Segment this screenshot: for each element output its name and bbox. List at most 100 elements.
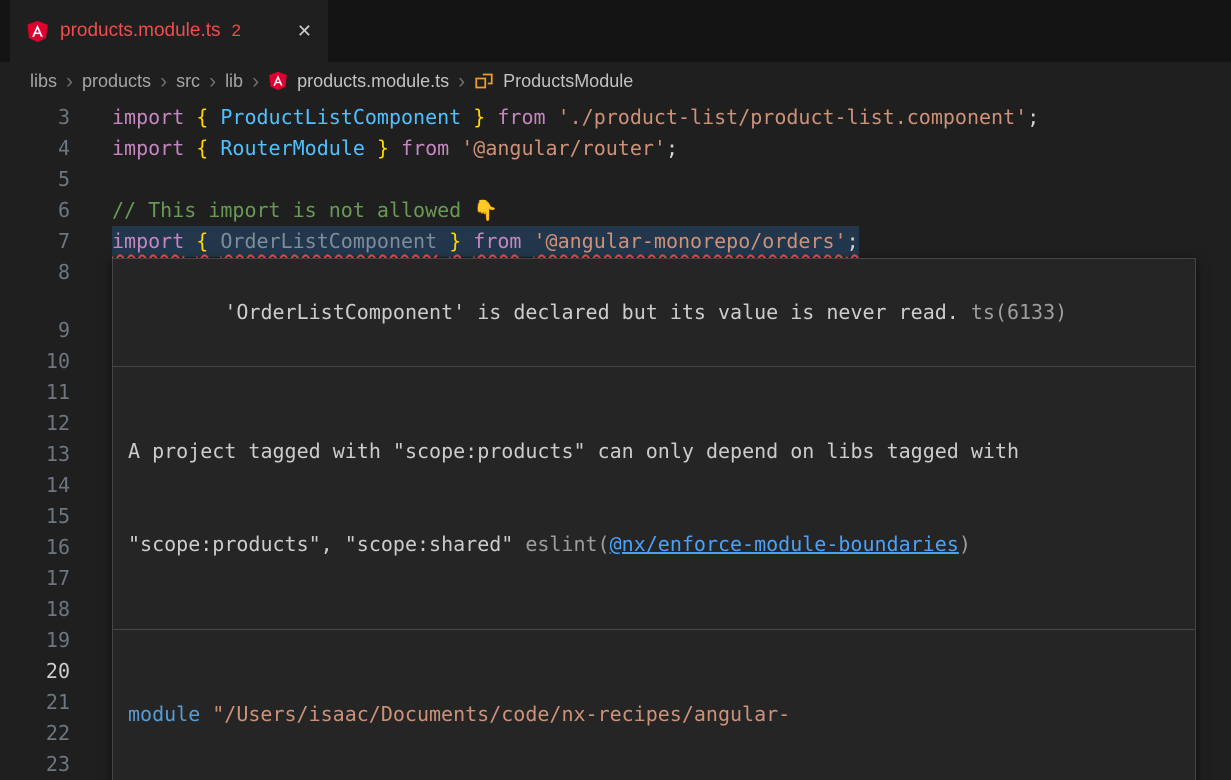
line-number[interactable]: 12 [0, 408, 70, 439]
code-line-6[interactable]: 6 // This import is not allowed 👇 [0, 195, 1231, 226]
breadcrumb: libs › products › src › lib › products.m… [0, 62, 1231, 100]
line-number[interactable]: 11 [0, 377, 70, 408]
line-number[interactable]: 22 [0, 718, 70, 749]
line-number[interactable]: 8 [0, 257, 70, 288]
line-number[interactable]: 23 [0, 749, 70, 780]
ts-diagnostic-message: 'OrderListComponent' is declared but its… [224, 300, 959, 324]
line-number[interactable]: 9 [0, 315, 70, 346]
angular-icon [268, 71, 288, 91]
line-number[interactable]: 19 [0, 625, 70, 656]
code-token [184, 229, 196, 253]
line-number[interactable]: 13 [0, 439, 70, 470]
code-token: 👇 [473, 198, 498, 222]
tab-label: products.module.ts [60, 20, 221, 42]
eslint-source-open: eslint( [525, 532, 609, 556]
code-token [208, 136, 220, 160]
code-line-7[interactable]: 7 import { OrderListComponent } from '@an… [0, 226, 1231, 257]
code-token: } [449, 229, 461, 253]
breadcrumb-separator-icon: › [458, 71, 465, 92]
hover-module-info: module "/Users/isaac/Documents/code/nx-re… [113, 630, 1195, 780]
code-token: from [401, 136, 449, 160]
tab-close-icon[interactable]: ✕ [297, 22, 312, 40]
code-token: '@angular-monorepo/orders' [534, 229, 847, 253]
code-token [546, 105, 558, 129]
code-text: // This import is not allowed 👇 [112, 195, 498, 226]
line-number[interactable]: 15 [0, 501, 70, 532]
vscode-window: products.module.ts 2 ✕ libs › products ›… [0, 0, 1231, 780]
breadcrumb-item-products[interactable]: products [82, 71, 151, 92]
module-keyword: module [128, 702, 200, 726]
code-token: ProductListComponent [220, 105, 461, 129]
code-token: import [112, 229, 184, 253]
module-path-text1: "/Users/isaac/Documents/code/nx-recipes/… [212, 702, 790, 726]
code-line-5[interactable]: 5 [0, 164, 1231, 195]
code-token: '@angular/router' [461, 136, 666, 160]
code-token: from [473, 229, 521, 253]
breadcrumb-item-libs[interactable]: libs [30, 71, 57, 92]
code-editor[interactable]: 3 import { ProductListComponent } from '.… [0, 0, 1231, 780]
line-number[interactable]: 4 [0, 133, 70, 164]
code-token: ; [666, 136, 678, 160]
code-token: import [112, 136, 184, 160]
code-token: { [196, 229, 208, 253]
breadcrumb-separator-icon: › [160, 71, 167, 92]
eslint-message-line2: "scope:products", "scope:shared" eslint(@… [128, 529, 1180, 560]
breadcrumb-item-lib[interactable]: lib [225, 71, 243, 92]
error-highlighted-code: import { OrderListComponent } from '@ang… [112, 226, 859, 257]
code-token: OrderListComponent [220, 229, 437, 253]
code-token: { [196, 136, 208, 160]
code-token [521, 229, 533, 253]
code-token: } [473, 105, 485, 129]
code-token [365, 136, 377, 160]
code-line-4[interactable]: 4 import { RouterModule } from '@angular/… [0, 133, 1231, 164]
code-token: // This import is not allowed [112, 198, 473, 222]
breadcrumb-separator-icon: › [209, 71, 216, 92]
code-token: import [112, 105, 184, 129]
code-token [208, 105, 220, 129]
problem-hover-popup: 'OrderListComponent' is declared but its… [112, 258, 1196, 780]
code-text: import { ProductListComponent } from './… [112, 102, 1039, 133]
hover-ts-diagnostic: 'OrderListComponent' is declared but its… [113, 259, 1195, 366]
code-token: from [497, 105, 545, 129]
line-number[interactable]: 20 [0, 656, 70, 687]
line-number[interactable]: 16 [0, 532, 70, 563]
line-number[interactable]: 6 [0, 195, 70, 226]
line-number[interactable]: 7 [0, 226, 70, 257]
breadcrumb-separator-icon: › [252, 71, 259, 92]
code-token [208, 229, 220, 253]
class-symbol-icon [474, 71, 494, 91]
code-token: ; [1027, 105, 1039, 129]
code-text: import { RouterModule } from '@angular/r… [112, 133, 678, 164]
code-line-3[interactable]: 3 import { ProductListComponent } from '.… [0, 102, 1231, 133]
angular-file-icon [26, 20, 49, 43]
code-token: { [196, 105, 208, 129]
line-number[interactable]: 5 [0, 164, 70, 195]
code-token [461, 229, 473, 253]
line-number[interactable]: 14 [0, 470, 70, 501]
line-number[interactable]: 17 [0, 563, 70, 594]
code-token [449, 136, 461, 160]
eslint-message-line1: A project tagged with "scope:products" c… [128, 436, 1180, 467]
tab-bar: products.module.ts 2 ✕ [0, 0, 1231, 62]
eslint-rule-link[interactable]: @nx/enforce-module-boundaries [610, 532, 959, 556]
breadcrumb-item-src[interactable]: src [176, 71, 200, 92]
line-number[interactable]: 10 [0, 346, 70, 377]
code-token: './product-list/product-list.component' [558, 105, 1028, 129]
code-token [485, 105, 497, 129]
code-token [389, 136, 401, 160]
eslint-message-line2-text: "scope:products", "scope:shared" [128, 532, 513, 556]
code-token: RouterModule [220, 136, 365, 160]
line-number[interactable]: 18 [0, 594, 70, 625]
code-token [184, 136, 196, 160]
line-number[interactable]: 21 [0, 687, 70, 718]
line-number[interactable]: 3 [0, 102, 70, 133]
code-token [184, 105, 196, 129]
breadcrumb-separator-icon: › [66, 71, 73, 92]
breadcrumb-item-symbol[interactable]: ProductsModule [503, 71, 633, 92]
code-token [437, 229, 449, 253]
tab-products-module[interactable]: products.module.ts 2 ✕ [10, 0, 328, 62]
ts-diagnostic-source: ts(6133) [971, 300, 1067, 324]
hover-eslint-diagnostic: A project tagged with "scope:products" c… [113, 367, 1195, 629]
breadcrumb-item-file[interactable]: products.module.ts [297, 71, 449, 92]
code-token: } [377, 136, 389, 160]
